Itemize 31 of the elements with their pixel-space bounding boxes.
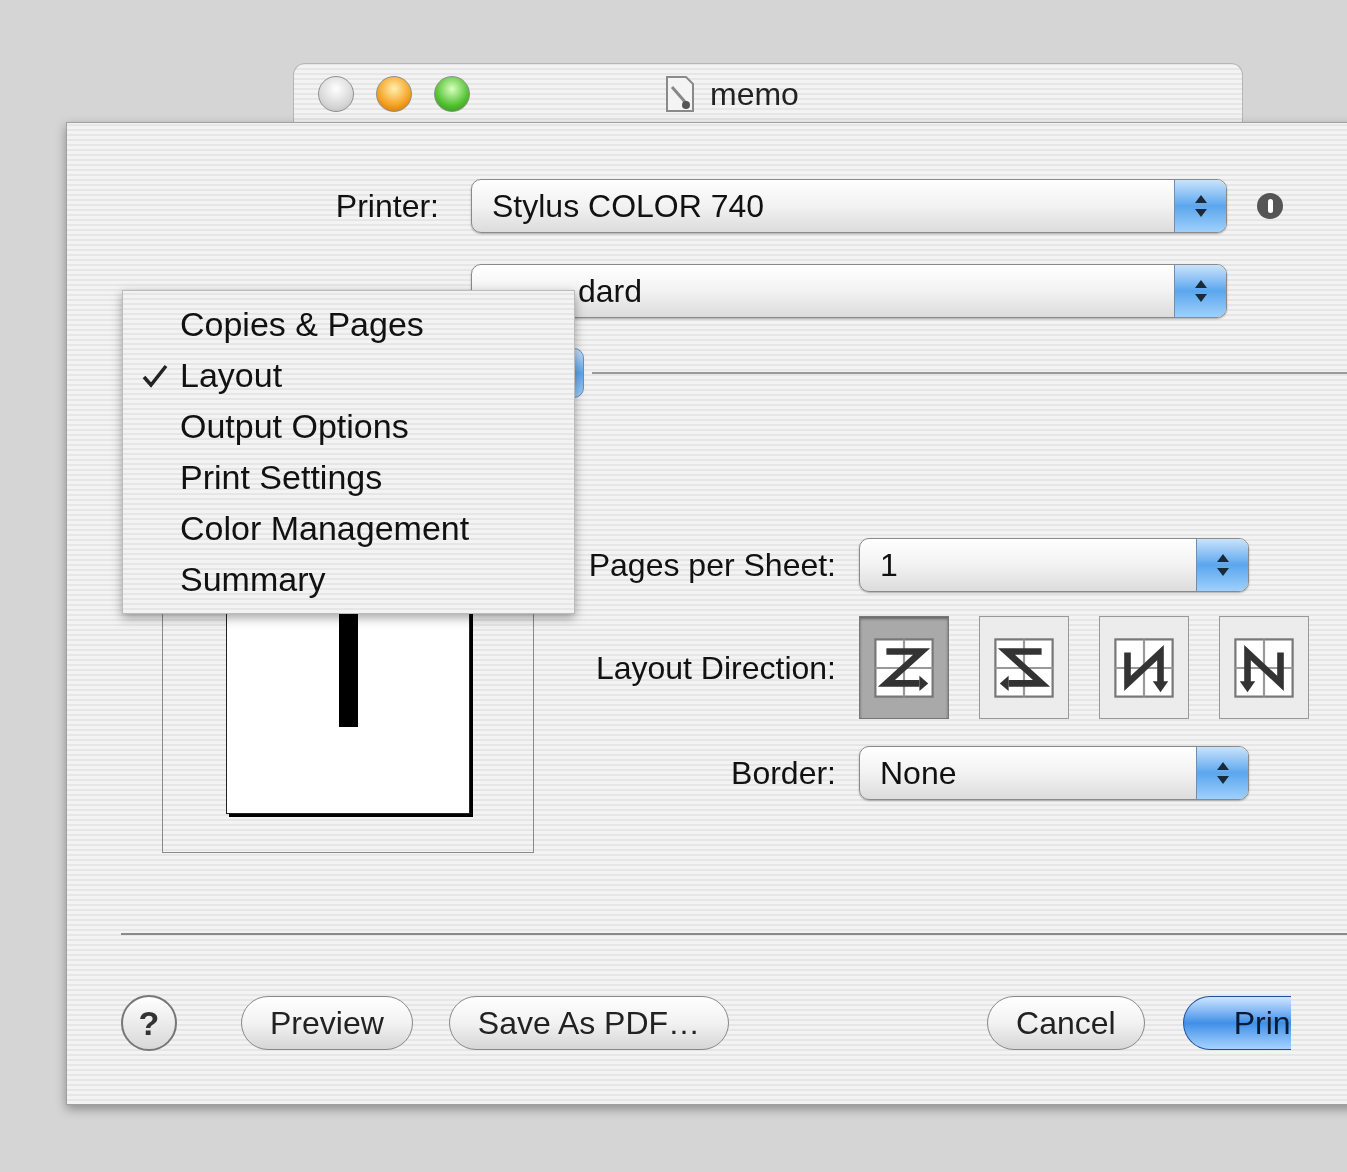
dialog-button[interactable]: Preview	[241, 996, 413, 1050]
up-down-arrows-icon	[1193, 193, 1208, 219]
dialog-button[interactable]: Save As PDF…	[448, 996, 730, 1050]
up-down-arrows-icon	[1193, 278, 1208, 304]
document-icon	[664, 74, 696, 113]
layout-direction-button[interactable]	[1099, 616, 1189, 719]
menu-item[interactable]: Color Management	[123, 503, 574, 554]
border-popup[interactable]: None	[859, 746, 1249, 800]
window-title: memo	[710, 74, 799, 114]
dialog-button[interactable]: Cancel	[987, 996, 1145, 1050]
field-label: Border:	[730, 754, 836, 793]
field-label: Pages per Sheet:	[587, 546, 836, 585]
default-button[interactable]: Prin	[1182, 996, 1291, 1050]
pages-per-sheet-popup[interactable]: 1	[859, 538, 1249, 592]
menu-item[interactable]: Print Settings	[123, 452, 574, 503]
warning-icon	[1257, 193, 1283, 219]
zoom-button[interactable]	[434, 75, 470, 112]
layout-direction-button[interactable]	[979, 616, 1069, 719]
field-label: Layout Direction:	[594, 648, 836, 688]
menu-item[interactable]: Summary	[123, 554, 574, 605]
menu-item[interactable]: Output Options	[123, 401, 574, 452]
printer-popup[interactable]: Stylus COLOR 740	[471, 179, 1227, 233]
up-down-arrows-icon	[1215, 552, 1230, 578]
field-label: Printer:	[334, 187, 439, 226]
minimize-button[interactable]	[376, 75, 412, 112]
layout-direction-button[interactable]	[1219, 616, 1309, 719]
menu-item[interactable]: Layout	[123, 350, 574, 401]
help-button[interactable]: ?	[121, 995, 177, 1051]
up-down-arrows-icon	[1215, 760, 1230, 786]
presets-popup[interactable]: dard	[471, 264, 1227, 318]
layout-direction-button[interactable]	[859, 616, 949, 719]
